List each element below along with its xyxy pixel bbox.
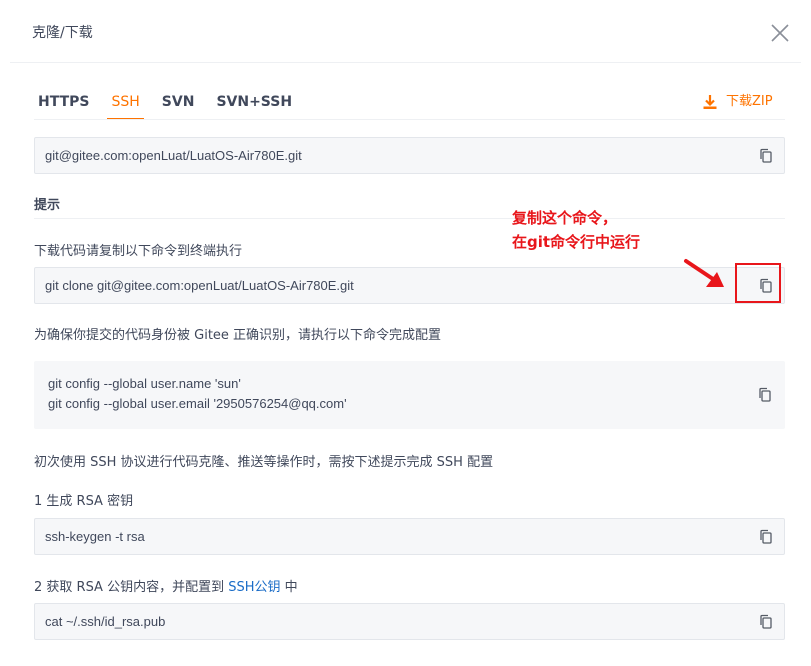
step2-suffix: 中: [280, 580, 298, 595]
close-icon: [771, 24, 789, 42]
config-line-2: git config --global user.email '29505762…: [48, 396, 347, 411]
close-button[interactable]: [768, 21, 792, 45]
protocol-tabs: HTTPS SSH SVN SVN+SSH: [34, 92, 310, 120]
copy-icon: [759, 387, 771, 402]
step1-command-text: ssh-keygen -t rsa: [45, 529, 145, 544]
step1-label: 1 生成 RSA 密钥: [34, 494, 134, 509]
ssh-key-link[interactable]: SSH公钥: [228, 580, 280, 595]
tab-svn[interactable]: SVN: [158, 92, 199, 118]
tabs-divider: [34, 119, 785, 120]
tab-ssh[interactable]: SSH: [107, 92, 144, 120]
hint-divider: [34, 218, 785, 219]
tab-svn-ssh[interactable]: SVN+SSH: [212, 92, 296, 118]
header-divider: [10, 62, 801, 63]
clone-command-field[interactable]: git clone git@gitee.com:openLuat/LuatOS-…: [34, 267, 785, 304]
copy-url-button[interactable]: [757, 147, 775, 165]
annotation-line-1: 复制这个命令，: [512, 209, 618, 227]
repo-url-field[interactable]: git@gitee.com:openLuat/LuatOS-Air780E.gi…: [34, 137, 785, 174]
download-icon: [703, 95, 717, 109]
clone-command-text: git clone git@gitee.com:openLuat/LuatOS-…: [45, 278, 354, 293]
step2-label: 2 获取 RSA 公钥内容，并配置到 SSH公钥 中: [34, 576, 298, 595]
config-command-block[interactable]: git config --global user.name 'sun' git …: [34, 361, 785, 429]
download-zip-label: 下载ZIP: [726, 94, 773, 109]
config-line-1: git config --global user.name 'sun': [48, 376, 241, 391]
step2-command-text: cat ~/.ssh/id_rsa.pub: [45, 614, 166, 629]
step1-command-field[interactable]: ssh-keygen -t rsa: [34, 518, 785, 555]
tab-https[interactable]: HTTPS: [34, 92, 93, 118]
copy-step1-button[interactable]: [757, 528, 775, 546]
download-zip-button[interactable]: 下载ZIP: [702, 92, 773, 112]
copy-config-button[interactable]: [756, 386, 774, 404]
copy-icon: [760, 529, 772, 544]
identity-label: 为确保你提交的代码身份被 Gitee 正确识别，请执行以下命令完成配置: [34, 328, 442, 343]
hint-title: 提示: [34, 198, 61, 213]
ssh-intro-label: 初次使用 SSH 协议进行代码克隆、推送等操作时，需按下述提示完成 SSH 配置: [34, 455, 494, 470]
repo-url-text: git@gitee.com:openLuat/LuatOS-Air780E.gi…: [45, 148, 302, 163]
copy-icon: [760, 148, 772, 163]
annotation-text: 复制这个命令， 在git命令行中运行: [512, 206, 640, 254]
annotation-line-2: 在git命令行中运行: [512, 233, 641, 251]
copy-step2-button[interactable]: [757, 613, 775, 631]
step2-command-field[interactable]: cat ~/.ssh/id_rsa.pub: [34, 603, 785, 640]
clone-label: 下载代码请复制以下命令到终端执行: [34, 244, 243, 259]
annotation-arrow-icon: [684, 259, 724, 287]
annotation-highlight-box: [735, 263, 781, 303]
step2-prefix: 2 获取 RSA 公钥内容，并配置到: [34, 580, 229, 595]
dialog-title: 克隆/下载: [32, 25, 93, 41]
copy-icon: [760, 614, 772, 629]
